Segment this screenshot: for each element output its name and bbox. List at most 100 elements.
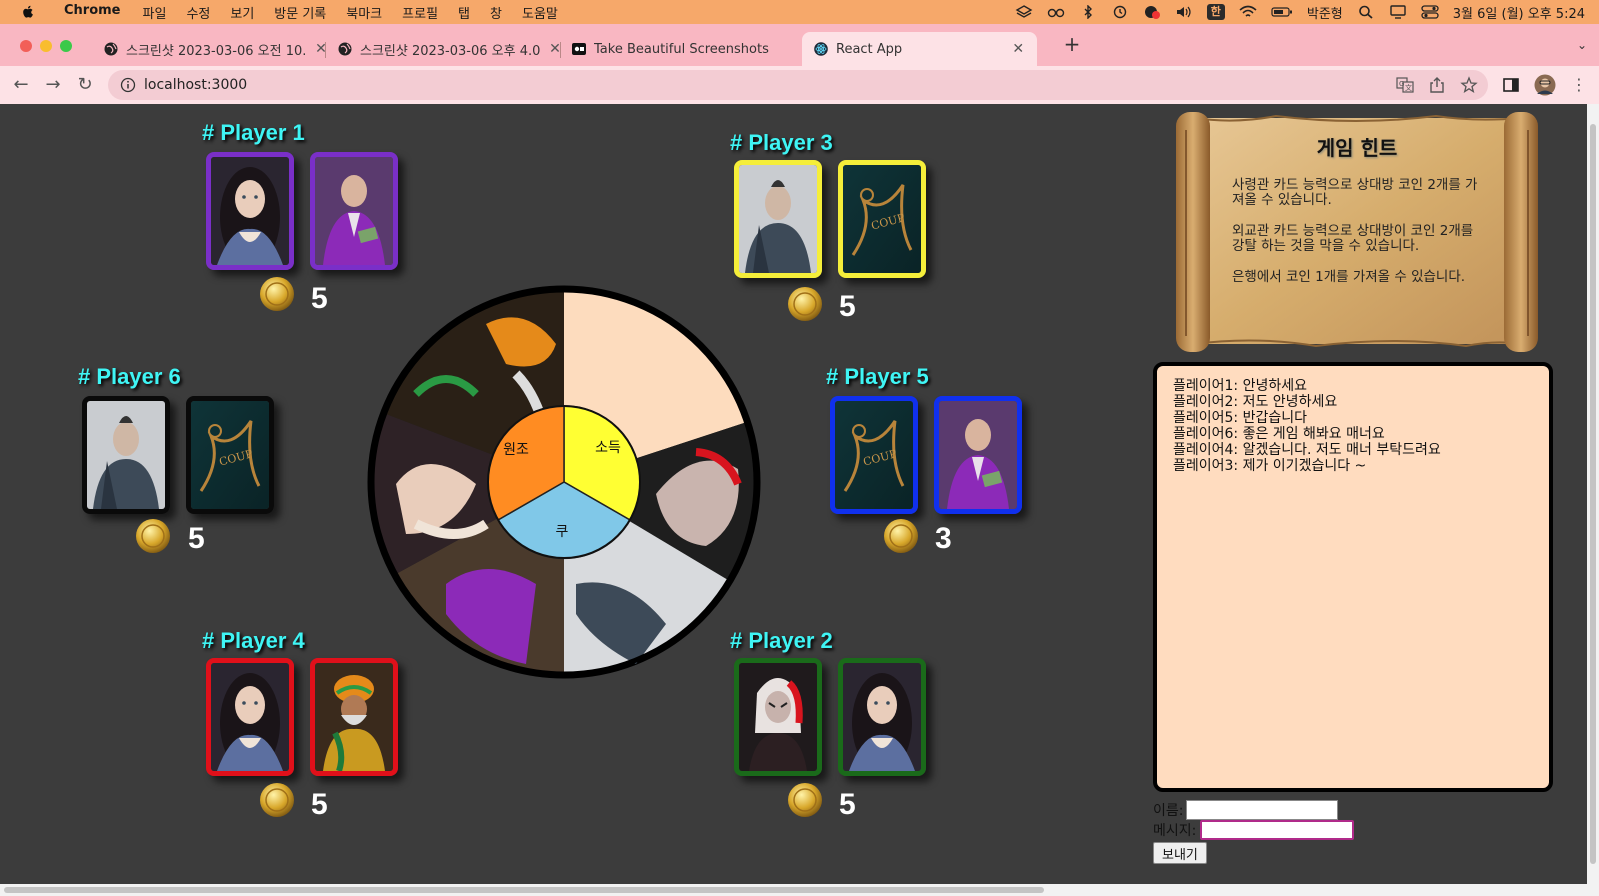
action-wheel[interactable]: 소득 쿠 원조 — [366, 284, 762, 680]
player-3-card-1[interactable] — [734, 160, 822, 278]
menu-profiles[interactable]: 프로필 — [392, 3, 448, 22]
globe-icon — [338, 42, 352, 56]
minimize-window-button[interactable] — [40, 40, 52, 52]
notification-app-icon[interactable] — [1143, 5, 1161, 19]
player-2-coin-count: 5 — [839, 788, 856, 821]
player-3-coin-count: 5 — [839, 290, 856, 323]
battery-icon[interactable] — [1271, 5, 1293, 19]
svg-text:G: G — [1399, 80, 1404, 88]
chat-message: 플레이어1: 안녕하세요 — [1173, 378, 1307, 394]
address-bar[interactable]: localhost:3000 G文 — [108, 70, 1488, 100]
glasses-icon[interactable] — [1047, 5, 1065, 19]
hint-title: 게임 힌트 — [1316, 136, 1398, 160]
bookmark-star-icon[interactable] — [1460, 76, 1478, 94]
input-source-indicator[interactable]: 한 — [1206, 4, 1225, 20]
browser-toolbar: ← → ↻ localhost:3000 G文 ⋮ — [0, 66, 1599, 104]
more-menu-icon[interactable]: ⋮ — [1568, 74, 1590, 96]
menu-file[interactable]: 파일 — [133, 3, 177, 22]
menu-history[interactable]: 방문 기록 — [264, 3, 336, 22]
player-1-coin-count: 5 — [311, 282, 328, 315]
income-action-label[interactable]: 소득 — [595, 440, 621, 456]
volume-icon[interactable] — [1175, 5, 1193, 19]
player-1-card-2[interactable] — [310, 152, 398, 270]
macos-menu-bar: Chrome 파일 수정 보기 방문 기록 북마크 프로필 탭 창 도움말 한 … — [0, 0, 1599, 24]
coin-icon — [788, 783, 822, 817]
browser-tab-1[interactable]: 스크린샷 2023-03-06 오전 10.25 ✕ — [92, 32, 340, 66]
name-label: 이름: — [1153, 803, 1184, 819]
horizontal-scrollbar[interactable] — [0, 884, 1599, 896]
name-input[interactable] — [1186, 800, 1338, 820]
profile-avatar[interactable] — [1534, 74, 1556, 96]
menu-help[interactable]: 도움말 — [512, 3, 568, 22]
react-icon — [814, 42, 828, 56]
coin-icon — [260, 277, 294, 311]
player-5-name: # Player 5 — [826, 364, 929, 389]
player-2-card-2[interactable] — [838, 658, 926, 776]
vertical-scrollbar-thumb[interactable] — [1590, 124, 1596, 864]
menu-app-name[interactable]: Chrome — [54, 3, 133, 22]
maximize-window-button[interactable] — [60, 40, 72, 52]
player-1-card-1[interactable] — [206, 152, 294, 270]
layers-icon[interactable] — [1015, 5, 1033, 19]
apple-icon[interactable] — [18, 4, 38, 20]
player-3-card-2[interactable]: COUP — [838, 160, 926, 278]
share-icon[interactable] — [1428, 76, 1446, 94]
reload-icon[interactable]: ↻ — [74, 74, 96, 96]
bluetooth-icon[interactable] — [1079, 5, 1097, 19]
side-panel-icon[interactable] — [1502, 76, 1520, 94]
browser-tab-2[interactable]: 스크린샷 2023-03-06 오후 4.03 ✕ — [326, 32, 574, 66]
game-page: # Player 1 5 # Player 3 COUP 5 # Player … — [0, 104, 1599, 896]
menu-bookmarks[interactable]: 북마크 — [336, 3, 392, 22]
tab-search-chevron-icon[interactable]: ⌄ — [1577, 38, 1587, 52]
lady-portrait-icon — [843, 663, 921, 771]
player-5-card-2[interactable] — [934, 396, 1022, 514]
chat-message: 플레이어4: 알겠습니다. 저도 매너 부탁드려요 — [1173, 442, 1441, 458]
browser-tab-3[interactable]: Take Beautiful Screenshots of — [560, 32, 782, 66]
chat-message: 플레이어3: 제가 이기겠습니다 ~ — [1173, 458, 1367, 474]
player-5-card-1[interactable]: COUP — [830, 396, 918, 514]
player-4-card-1[interactable] — [206, 658, 294, 776]
captain-portrait-icon — [739, 165, 817, 273]
search-icon[interactable] — [1357, 5, 1375, 19]
close-window-button[interactable] — [20, 40, 32, 52]
menubar-clock[interactable]: 3월 6일 (월) 오후 5:24 — [1453, 3, 1585, 22]
coup-action-label[interactable]: 쿠 — [556, 524, 569, 540]
forward-arrow-icon[interactable]: → — [42, 74, 64, 96]
message-input[interactable] — [1200, 820, 1354, 840]
menu-view[interactable]: 보기 — [220, 3, 264, 22]
menubar-user-name[interactable]: 박준형 — [1307, 3, 1343, 22]
coin-icon — [136, 519, 170, 553]
player-5-coin-count: 3 — [935, 522, 952, 555]
send-button[interactable]: 보내기 — [1153, 842, 1207, 864]
player-6-card-2[interactable]: COUP — [186, 396, 274, 514]
menu-tab[interactable]: 탭 — [448, 3, 480, 22]
menu-window[interactable]: 창 — [480, 3, 512, 22]
back-arrow-icon[interactable]: ← — [10, 74, 32, 96]
url-text[interactable]: localhost:3000 — [144, 77, 247, 93]
banker-portrait-icon — [315, 157, 393, 265]
horizontal-scrollbar-thumb[interactable] — [4, 887, 1044, 893]
player-3-name: # Player 3 — [730, 130, 833, 155]
new-tab-button[interactable]: + — [1062, 32, 1082, 56]
hint-line-1: 사령관 카드 능력으로 상대방 코인 2개를 가져올 수 있습니다. — [1232, 177, 1478, 208]
browser-tab-strip: 스크린샷 2023-03-06 오전 10.25 ✕ 스크린샷 2023-03-… — [0, 24, 1599, 66]
hint-line-2: 외교관 카드 능력으로 상대방이 코인 2개를 강탈 하는 것을 막을 수 있습… — [1232, 223, 1474, 254]
coin-icon — [260, 783, 294, 817]
player-6-card-1[interactable] — [82, 396, 170, 514]
browser-tab-4-active[interactable]: React App ✕ — [802, 32, 1037, 66]
site-info-icon[interactable] — [120, 77, 136, 93]
menu-edit[interactable]: 수정 — [176, 3, 220, 22]
translate-icon[interactable]: G文 — [1396, 76, 1414, 94]
close-tab-icon[interactable]: ✕ — [1011, 41, 1025, 57]
foreign-aid-action-label[interactable]: 원조 — [503, 442, 529, 458]
control-center-icon[interactable] — [1421, 5, 1439, 19]
wifi-icon[interactable] — [1239, 5, 1257, 19]
player-4-name: # Player 4 — [202, 628, 305, 653]
chat-message-box[interactable]: 플레이어1: 안녕하세요 플레이어2: 저도 안녕하세요 플레이어5: 반갑습니… — [1153, 362, 1553, 792]
tab-title: 스크린샷 2023-03-06 오후 4.03 — [360, 43, 540, 59]
vertical-scrollbar[interactable] — [1587, 104, 1599, 884]
player-4-coin-count: 5 — [311, 788, 328, 821]
svg-text:文: 文 — [1405, 83, 1412, 92]
display-icon[interactable] — [1389, 5, 1407, 19]
time-machine-icon[interactable] — [1111, 5, 1129, 19]
